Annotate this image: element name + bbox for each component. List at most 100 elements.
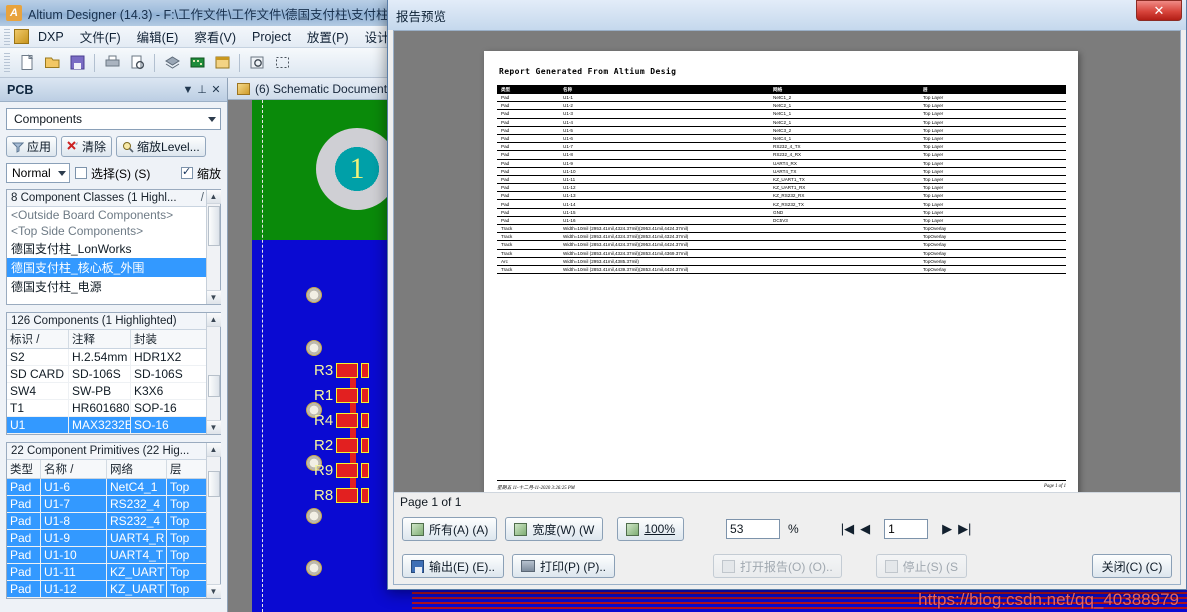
list-item[interactable]: <Top Side Components> [7, 223, 220, 239]
print-button[interactable]: 打印(P) (P).. [512, 554, 615, 578]
menu-item-edit[interactable]: 编辑(E) [130, 25, 186, 48]
via-pad[interactable] [306, 287, 322, 303]
components-table[interactable]: 126 Components (1 Highlighted) 标识 / 注释 封… [6, 312, 221, 435]
open-document-icon[interactable] [41, 52, 63, 74]
component-r1[interactable]: R1 [314, 387, 370, 404]
primitives-scrollbar[interactable]: ▲ ▼ [206, 443, 221, 598]
page-number-input[interactable] [884, 519, 929, 539]
menu-item-project[interactable]: Project [245, 28, 298, 46]
close-icon[interactable]: ✕ [209, 83, 223, 97]
primitives-table[interactable]: 22 Component Primitives (22 Hig... 类型 名称… [6, 442, 221, 599]
schematic-icon[interactable] [211, 52, 233, 74]
via-pad[interactable] [306, 508, 322, 524]
scroll-down-icon[interactable]: ▼ [206, 584, 221, 598]
export-button[interactable]: 输出(E) (E).. [402, 554, 504, 578]
menu-item-view[interactable]: 察看(V) [187, 25, 243, 48]
scrollbar-thumb[interactable] [207, 471, 220, 497]
scroll-down-icon[interactable]: ▼ [206, 290, 221, 304]
component-r8[interactable]: R8 [314, 487, 370, 504]
column-header-designator[interactable]: 标识 / [7, 330, 69, 348]
scroll-up-icon[interactable]: ▲ [206, 443, 221, 457]
component-r4[interactable]: R4 [314, 412, 370, 429]
classes-scrollbar[interactable]: ▲ ▼ [206, 190, 221, 304]
zoom-checkbox[interactable]: 缩放 [180, 165, 221, 182]
preview-scroll-area[interactable]: Report Generated From Altium Desig 类型 名称… [394, 31, 1180, 492]
component-classes-list[interactable]: 8 Component Classes (1 Highl... / <Outsi… [6, 189, 221, 305]
mode-combo[interactable]: Normal [6, 163, 70, 183]
toolbar-grip[interactable] [4, 52, 10, 73]
table-row[interactable]: Pad U1-9 UART4_R Top [7, 530, 220, 547]
report-cell: Top Layer [923, 95, 944, 101]
last-page-icon[interactable]: ▶| [958, 521, 971, 537]
table-row[interactable]: Pad U1-7 RS232_4 Top [7, 496, 220, 513]
pad-1[interactable]: 1 [316, 128, 398, 210]
layers-icon[interactable] [161, 52, 183, 74]
report-cell: KZ_RS232_TX [773, 201, 804, 207]
zoom-level-button[interactable]: 缩放Level... [116, 136, 206, 157]
components-scrollbar[interactable]: ▲ ▼ [206, 313, 221, 434]
select-area-icon[interactable] [271, 52, 293, 74]
save-icon[interactable] [66, 52, 88, 74]
list-item[interactable]: 德国支付柱_电源 [7, 277, 220, 296]
scrollbar-thumb[interactable] [207, 375, 220, 397]
print-icon [521, 560, 535, 572]
print-icon[interactable] [101, 52, 123, 74]
resistor-pad [361, 388, 370, 403]
table-row[interactable]: Pad U1-11 KZ_UART Top [7, 564, 220, 581]
scrollbar-thumb[interactable] [207, 206, 220, 246]
table-row[interactable]: Pad U1-6 NetC4_1 Top [7, 479, 220, 496]
print-preview-icon[interactable] [126, 52, 148, 74]
table-row[interactable]: S2 H.2.54mm HDR1X2 [7, 349, 220, 366]
table-row[interactable]: SD CARD SD-106S SD-106S [7, 366, 220, 383]
column-header-comment[interactable]: 注释 [69, 330, 131, 348]
menu-item-place[interactable]: 放置(P) [300, 25, 356, 48]
column-header-net[interactable]: 网络 [107, 460, 167, 478]
new-document-icon[interactable] [16, 52, 38, 74]
table-row[interactable]: Pad U1-10 UART4_T Top [7, 547, 220, 564]
component-r3[interactable]: R3 [314, 362, 370, 379]
table-row[interactable]: T1 HR601680 SOP-16 [7, 400, 220, 417]
table-row-selected[interactable]: U1 MAX3232E SO-16 [7, 417, 220, 434]
menubar-grip[interactable] [4, 28, 10, 45]
first-page-icon[interactable]: |◀ [841, 521, 854, 537]
report-cell: Top Layer [923, 193, 944, 199]
menu-item-dxp[interactable]: DXP [31, 28, 71, 46]
list-item[interactable]: <Outside Board Components> [7, 207, 220, 223]
pcb-board-icon[interactable] [186, 52, 208, 74]
table-row[interactable]: Pad U1-12 KZ_UART Top [7, 581, 220, 598]
column-header-name[interactable]: 名称 / [41, 460, 107, 478]
tab-schematic-document[interactable]: (6) Schematic Document [228, 80, 396, 98]
close-button[interactable]: 关闭(C) (C) [1092, 554, 1172, 578]
next-page-icon[interactable]: ▶ [942, 521, 952, 537]
zoom-area-icon[interactable] [246, 52, 268, 74]
via-pad[interactable] [306, 340, 322, 356]
zoom-input[interactable] [726, 519, 781, 539]
component-r9[interactable]: R9 [314, 462, 370, 479]
close-button-label: 关闭(C) (C) [1101, 559, 1163, 574]
component-r2[interactable]: R2 [314, 437, 370, 454]
list-item-selected[interactable]: 德国支付柱_核心板_外围 [7, 258, 220, 277]
close-icon[interactable]: ✕ [1136, 0, 1182, 21]
clear-button[interactable]: 清除 [61, 136, 113, 157]
chevron-down-icon[interactable]: ▼ [181, 83, 195, 97]
table-row[interactable]: Pad U1-8 RS232_4 Top [7, 513, 220, 530]
list-item[interactable]: 德国支付柱_LonWorks [7, 239, 220, 258]
fit-width-button[interactable]: 宽度(W) (W [505, 517, 604, 541]
prev-page-icon[interactable]: ◀ [860, 521, 870, 537]
report-table-row: Pad U1-12 KZ_UART1_RX Top Layer [497, 184, 1066, 193]
select-checkbox[interactable]: 选择(S) (S) [75, 165, 150, 182]
pin-icon[interactable]: ⊥ [195, 83, 209, 97]
table-row[interactable]: SW4 SW-PB K3X6 [7, 383, 220, 400]
menu-item-file[interactable]: 文件(F) [73, 25, 128, 48]
scroll-up-icon[interactable]: ▲ [206, 190, 221, 204]
report-cell: U1-13 [563, 193, 576, 199]
report-cell: Pad [501, 193, 510, 199]
fit-page-button[interactable]: 所有(A) (A) [402, 517, 498, 541]
scroll-down-icon[interactable]: ▼ [206, 420, 221, 434]
scope-combo[interactable]: Components [6, 108, 221, 130]
scroll-up-icon[interactable]: ▲ [206, 313, 221, 327]
apply-button[interactable]: 应用 [6, 136, 58, 157]
column-header-type[interactable]: 类型 [7, 460, 41, 478]
via-pad[interactable] [306, 560, 322, 576]
actual-size-button[interactable]: 100% [617, 517, 685, 541]
